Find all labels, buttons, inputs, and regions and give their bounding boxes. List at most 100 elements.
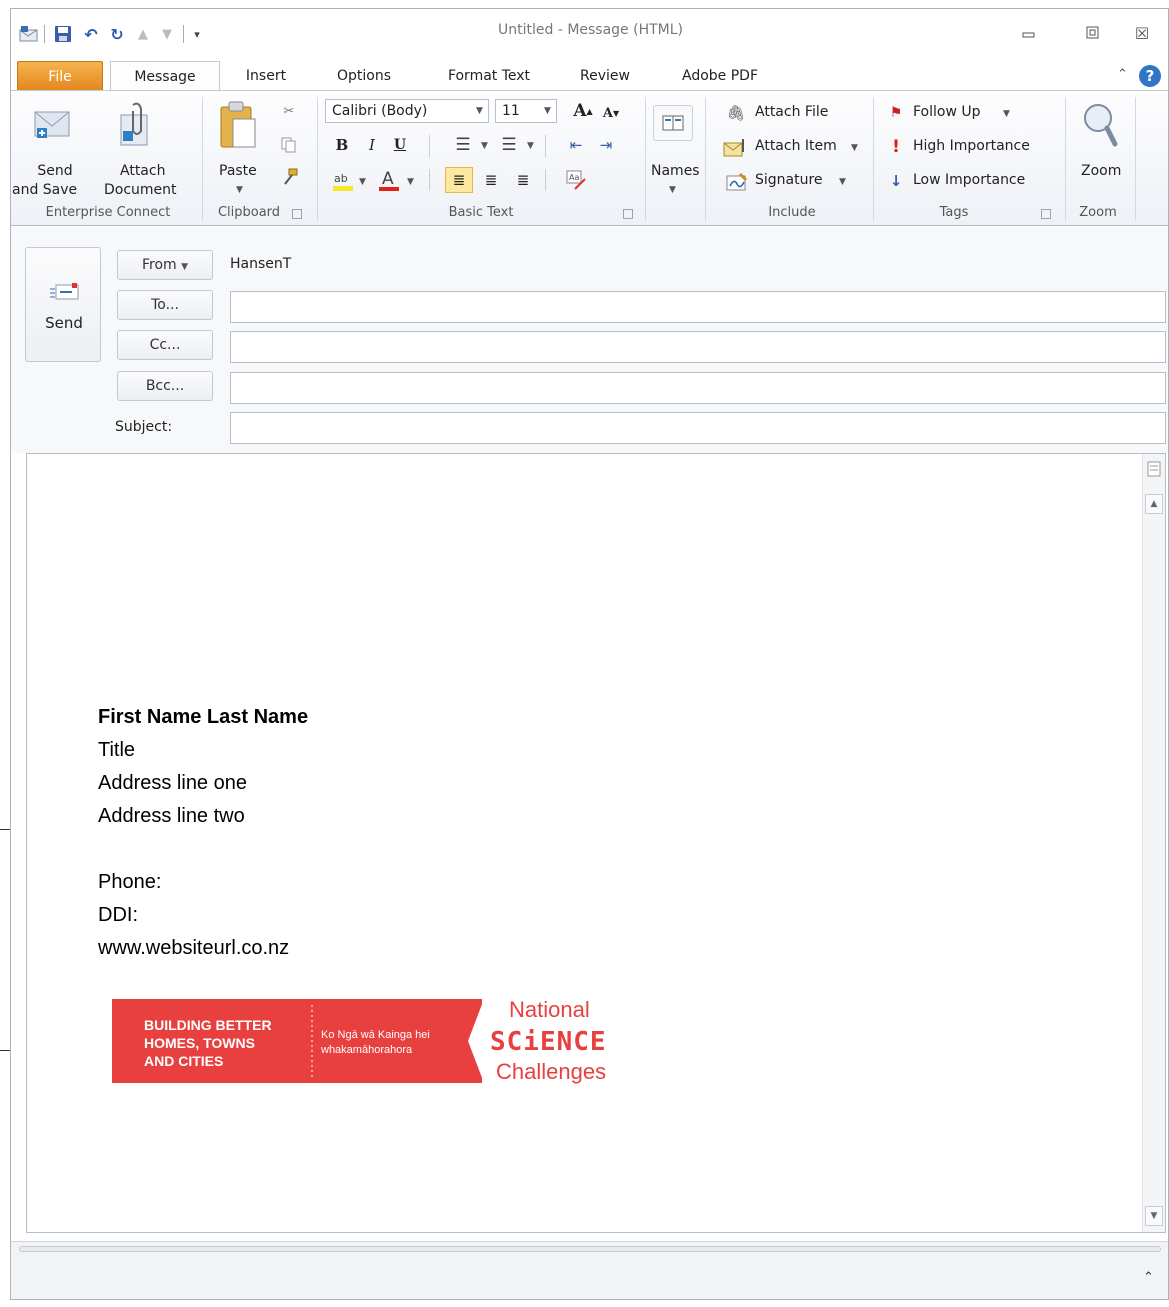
group-separator	[705, 97, 706, 221]
align-left-icon[interactable]: ≣	[445, 167, 473, 193]
splitter-bar[interactable]	[19, 1246, 1161, 1252]
italic-icon[interactable]: I	[361, 133, 383, 157]
signature-website[interactable]: www.websiteurl.co.nz	[98, 937, 289, 960]
expand-people-pane-icon[interactable]: ⌃	[1143, 1270, 1154, 1285]
cc-button[interactable]: Cc...	[117, 330, 213, 360]
chevron-down-icon[interactable]: ▼	[839, 177, 846, 187]
scroll-up-icon[interactable]: ▲	[1145, 494, 1163, 514]
font-name-select[interactable]: Calibri (Body) ▼	[325, 99, 489, 123]
to-field[interactable]	[230, 291, 1166, 323]
low-importance-icon[interactable]: ↓	[887, 171, 905, 191]
send-button[interactable]: Send	[25, 247, 101, 362]
signature-banner[interactable]: BUILDING BETTER HOMES, TOWNS AND CITIES …	[112, 999, 484, 1083]
tab-review[interactable]: Review	[569, 61, 641, 91]
chevron-down-icon[interactable]: ▼	[1003, 109, 1010, 119]
address-book-icon[interactable]	[653, 105, 693, 141]
clear-formatting-icon[interactable]: Aa	[563, 167, 589, 193]
signature-address-2[interactable]: Address line two	[98, 805, 245, 828]
high-importance-button[interactable]: High Importance	[913, 138, 1030, 154]
signature-phone[interactable]: Phone:	[98, 871, 161, 894]
signature-icon[interactable]	[725, 171, 749, 193]
message-body[interactable]: ▲ ▼	[26, 453, 1166, 1233]
follow-up-flag-icon[interactable]: ⚑	[887, 103, 905, 123]
align-right-icon[interactable]: ≣	[509, 167, 537, 193]
names-label[interactable]: Names	[651, 163, 700, 179]
align-center-icon[interactable]: ≣	[477, 167, 505, 193]
underline-icon[interactable]: U	[389, 133, 411, 157]
bullets-icon[interactable]: ☰	[449, 133, 477, 157]
separator	[429, 169, 430, 191]
chevron-down-icon[interactable]: ▼	[359, 177, 366, 187]
bold-icon[interactable]: B	[331, 133, 353, 157]
minimize-icon[interactable]	[1014, 21, 1044, 45]
restore-icon[interactable]	[1078, 21, 1108, 45]
chevron-down-icon[interactable]: ▼	[407, 177, 414, 187]
attach-document-label[interactable]: Attach	[120, 163, 165, 179]
bcc-field[interactable]	[230, 372, 1166, 404]
banner-maori-2: whakamāhorahora	[321, 1044, 413, 1056]
tab-adobe-pdf[interactable]: Adobe PDF	[671, 61, 769, 91]
status-bar: ⌃	[11, 1241, 1168, 1299]
tab-message[interactable]: Message	[110, 61, 220, 92]
from-button[interactable]: From ▼	[117, 250, 213, 280]
attach-document-icon[interactable]	[115, 101, 155, 149]
attach-document-label-2[interactable]: Document	[104, 182, 177, 198]
paste-dropdown-icon[interactable]: ▼	[236, 185, 243, 195]
basic-text-launcher-icon[interactable]	[623, 209, 633, 219]
help-icon[interactable]: ?	[1139, 65, 1161, 87]
increase-indent-icon[interactable]: ⇥	[593, 133, 619, 157]
tab-options[interactable]: Options	[325, 61, 403, 91]
names-dropdown-icon[interactable]: ▼	[669, 185, 676, 195]
clipboard-launcher-icon[interactable]	[292, 209, 302, 219]
chevron-down-icon[interactable]: ▼	[476, 106, 483, 116]
signature-address-1[interactable]: Address line one	[98, 772, 247, 795]
paperclip-icon[interactable]: 🖇	[726, 103, 745, 123]
send-and-save-label-2[interactable]: and Save	[12, 182, 77, 198]
bcc-button[interactable]: Bcc...	[117, 371, 213, 401]
zoom-button[interactable]: Zoom	[1081, 163, 1121, 179]
decrease-indent-icon[interactable]: ⇤	[563, 133, 589, 157]
ruler-toggle-icon[interactable]	[1146, 460, 1162, 478]
minimize-ribbon-icon[interactable]: ⌃	[1117, 67, 1128, 82]
low-importance-button[interactable]: Low Importance	[913, 172, 1025, 188]
cc-field[interactable]	[230, 331, 1166, 363]
attach-item-button[interactable]: Attach Item	[755, 138, 837, 154]
attach-item-icon[interactable]	[723, 137, 749, 159]
tab-file[interactable]: File	[17, 61, 103, 91]
zoom-magnifier-icon[interactable]	[1079, 99, 1121, 153]
tab-insert[interactable]: Insert	[233, 61, 299, 91]
banner-maori-1: Ko Ngā wā Kainga hei	[321, 1029, 430, 1041]
signature-name[interactable]: First Name Last Name	[98, 706, 308, 729]
signature-button[interactable]: Signature	[755, 172, 823, 188]
shrink-font-icon[interactable]: A ▼	[599, 101, 623, 125]
vertical-scrollbar[interactable]: ▲ ▼	[1142, 454, 1165, 1232]
font-size-select[interactable]: 11 ▼	[495, 99, 557, 123]
signature-ddi[interactable]: DDI:	[98, 904, 138, 927]
chevron-down-icon[interactable]: ▼	[544, 106, 551, 116]
paste-label[interactable]: Paste	[219, 163, 257, 179]
format-painter-icon[interactable]	[279, 167, 299, 187]
from-value: HansenT	[230, 256, 292, 272]
signature-title[interactable]: Title	[98, 739, 135, 762]
font-color-icon[interactable]: A	[377, 167, 401, 193]
copy-icon[interactable]	[279, 135, 299, 155]
highlight-icon[interactable]: ab	[331, 167, 355, 193]
close-icon[interactable]: ☒	[1127, 21, 1157, 45]
tags-launcher-icon[interactable]	[1041, 209, 1051, 219]
attach-file-button[interactable]: Attach File	[755, 104, 828, 120]
paste-icon[interactable]	[216, 99, 260, 153]
chevron-down-icon[interactable]: ▼	[527, 141, 534, 151]
subject-field[interactable]	[230, 412, 1166, 444]
high-importance-icon[interactable]: !	[887, 137, 905, 157]
to-button[interactable]: To...	[117, 290, 213, 320]
tab-format-text[interactable]: Format Text	[434, 61, 544, 91]
follow-up-button[interactable]: Follow Up	[913, 104, 981, 120]
send-and-save-label[interactable]: Send	[35, 163, 75, 179]
chevron-down-icon[interactable]: ▼	[481, 141, 488, 151]
grow-font-icon[interactable]: A ▲	[571, 99, 595, 123]
scroll-down-icon[interactable]: ▼	[1145, 1206, 1163, 1226]
send-and-save-icon[interactable]	[33, 105, 73, 145]
cut-icon[interactable]: ✂	[279, 101, 299, 121]
numbering-icon[interactable]: ☰	[495, 133, 523, 157]
chevron-down-icon[interactable]: ▼	[851, 143, 858, 153]
